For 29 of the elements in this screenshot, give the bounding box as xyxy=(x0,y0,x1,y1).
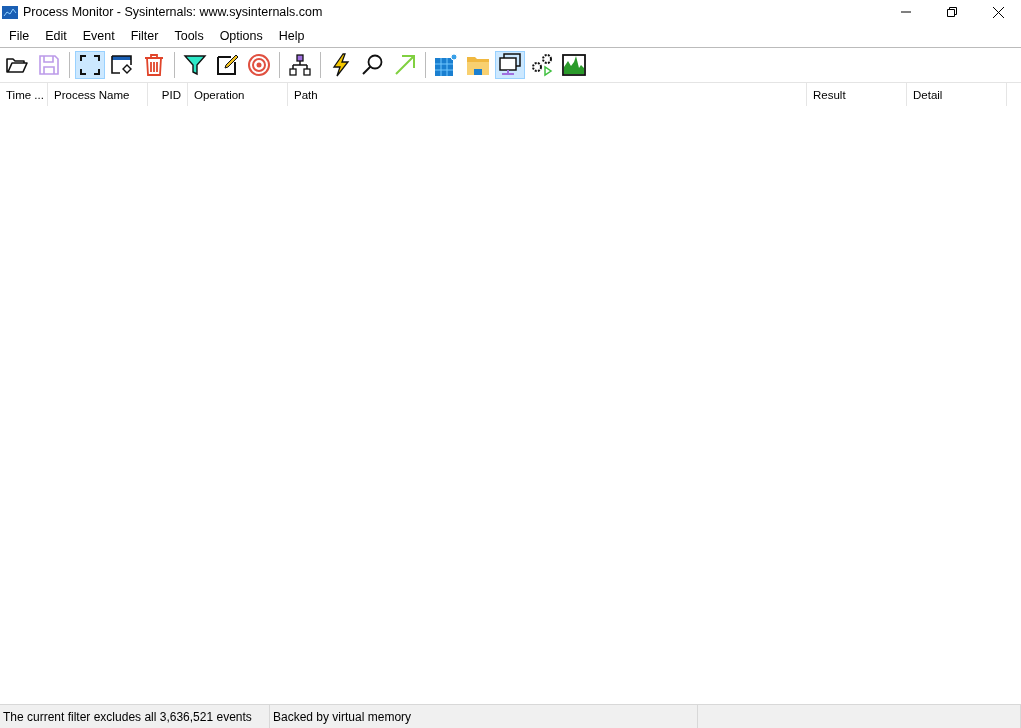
app-icon xyxy=(2,5,18,19)
arrow-icon xyxy=(393,53,417,77)
menu-item[interactable]: Filter xyxy=(122,28,167,43)
menu-item[interactable]: File xyxy=(1,28,38,43)
grid-icon xyxy=(434,53,458,77)
status-text: The current filter excludes all 3,636,521 events xyxy=(3,709,252,724)
monitor-icon xyxy=(498,53,522,77)
tree-icon xyxy=(288,53,312,77)
trash-icon xyxy=(142,53,166,77)
status-text: Backed by virtual memory xyxy=(273,709,412,724)
gears-icon xyxy=(530,53,554,77)
menu-item[interactable]: Event xyxy=(74,28,123,43)
close-icon xyxy=(992,6,1004,18)
restore-icon xyxy=(947,7,957,17)
chart-icon xyxy=(562,53,586,77)
window-scroll-icon xyxy=(110,53,134,77)
menu-item[interactable]: Edit xyxy=(37,28,75,43)
toolbar-button[interactable] xyxy=(75,51,105,79)
target-icon xyxy=(247,53,271,77)
pencil-square-icon xyxy=(215,53,239,77)
capture-frame-icon xyxy=(78,53,102,77)
window-title: Process Monitor - Sysinternals: www.sysinternals.com xyxy=(23,5,323,19)
menu-item[interactable]: Help xyxy=(270,28,313,43)
filter-icon xyxy=(183,53,207,77)
menu-item[interactable]: Tools xyxy=(166,28,212,43)
toolbar-button[interactable] xyxy=(559,51,589,79)
search-icon xyxy=(361,53,385,77)
menu-item[interactable]: Options xyxy=(211,28,271,43)
toolbar-button[interactable] xyxy=(495,51,525,79)
